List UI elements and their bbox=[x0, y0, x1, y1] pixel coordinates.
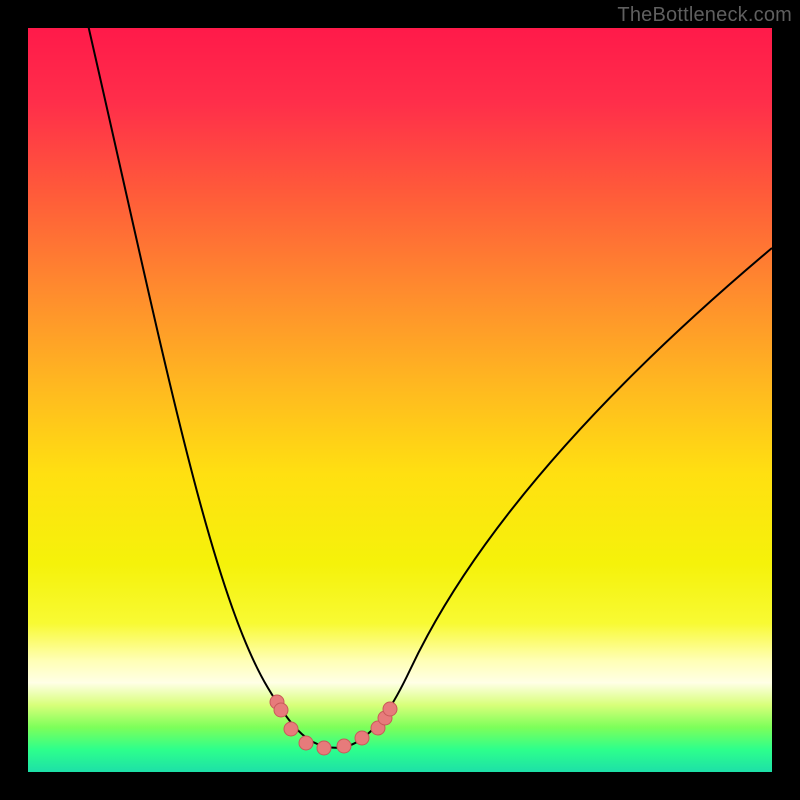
marker-dot bbox=[337, 739, 351, 753]
marker-dot bbox=[355, 731, 369, 745]
marker-dot bbox=[284, 722, 298, 736]
marker-dot bbox=[274, 703, 288, 717]
chart-frame: TheBottleneck.com bbox=[0, 0, 800, 800]
gradient-background bbox=[28, 28, 772, 772]
watermark-text: TheBottleneck.com bbox=[617, 4, 792, 27]
marker-dot bbox=[317, 741, 331, 755]
marker-dot bbox=[383, 702, 397, 716]
plot-svg bbox=[28, 28, 772, 772]
plot-area bbox=[28, 28, 772, 772]
marker-dot bbox=[299, 736, 313, 750]
